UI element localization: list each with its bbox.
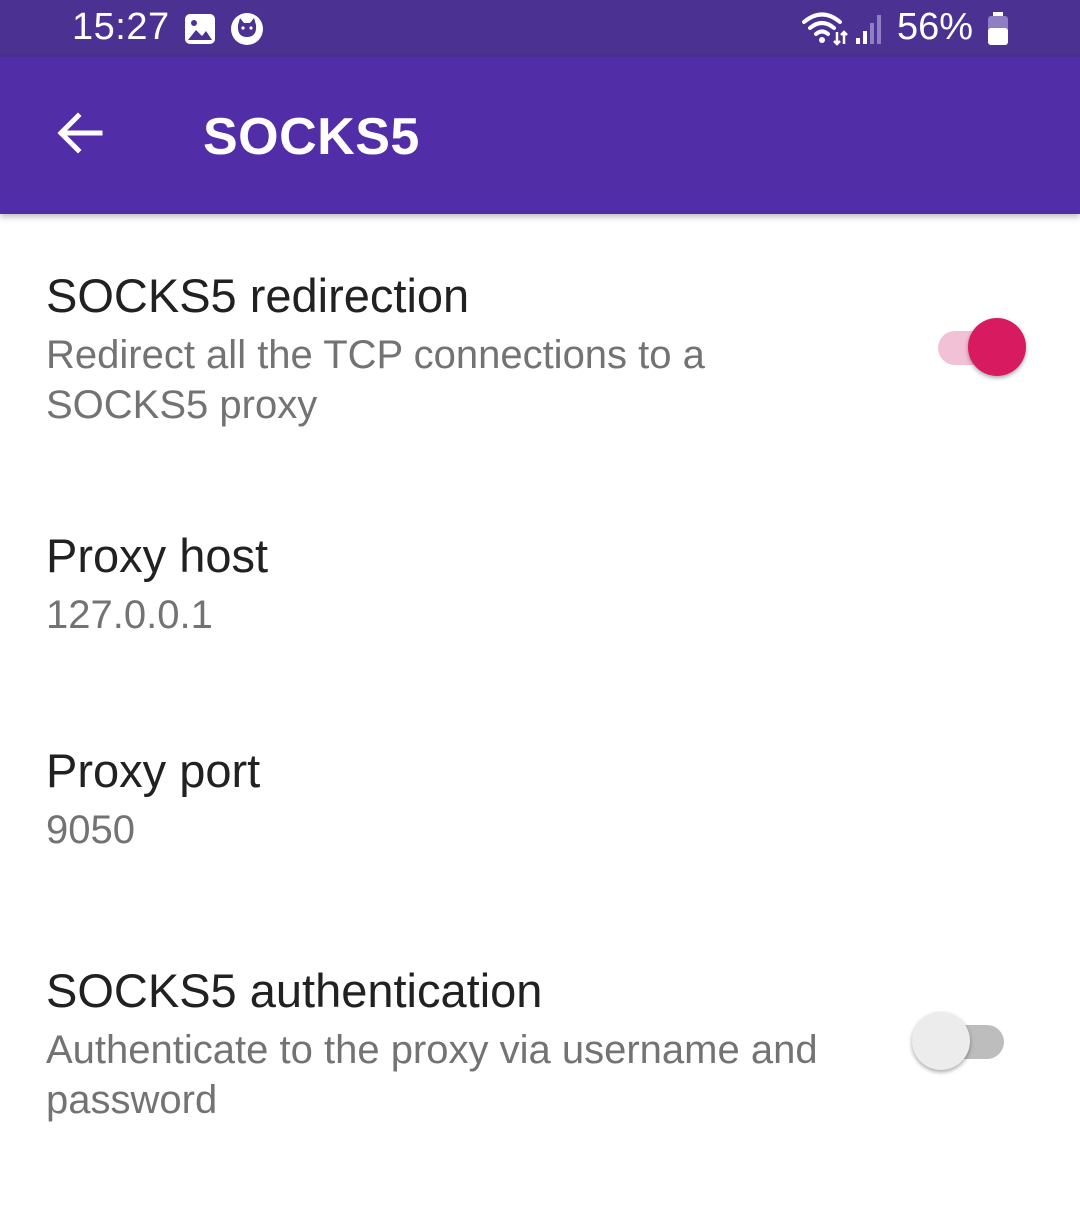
- cat-notification-icon: [229, 11, 265, 47]
- pref-summary: 127.0.0.1: [46, 593, 213, 637]
- gallery-notification-icon: [183, 12, 217, 46]
- pref-summary: 9050: [46, 808, 135, 852]
- pref-proxy-host[interactable]: Proxy host 127.0.0.1: [0, 504, 1080, 704]
- pref-title: SOCKS5 authentication: [46, 964, 543, 1017]
- battery-percent: 56%: [897, 6, 974, 48]
- pref-summary: Authenticate to the proxy via username a…: [46, 1028, 818, 1122]
- socks5-redirection-switch[interactable]: [926, 314, 1026, 380]
- app-bar: SOCKS5: [0, 57, 1080, 214]
- pref-proxy-port[interactable]: Proxy port 9050: [0, 719, 1080, 919]
- status-time: 15:27: [72, 6, 170, 48]
- signal-icon: [855, 12, 885, 46]
- status-bar: 15:27 56%: [0, 0, 1080, 57]
- pref-title: Proxy port: [46, 744, 261, 797]
- page-title: SOCKS5: [203, 108, 420, 166]
- battery-icon: [986, 11, 1010, 47]
- arrow-back-icon: [54, 107, 106, 164]
- pref-title: Proxy host: [46, 529, 269, 582]
- pref-title: SOCKS5 redirection: [46, 269, 470, 322]
- pref-socks5-redirection[interactable]: SOCKS5 redirection Redirect all the TCP …: [0, 244, 1080, 464]
- back-button[interactable]: [40, 95, 120, 175]
- socks5-authentication-switch[interactable]: [906, 1008, 1006, 1074]
- pref-summary: Redirect all the TCP connections to a SO…: [46, 333, 705, 427]
- pref-socks5-authentication[interactable]: SOCKS5 authentication Authenticate to th…: [0, 939, 1080, 1179]
- wifi-icon: [801, 10, 849, 48]
